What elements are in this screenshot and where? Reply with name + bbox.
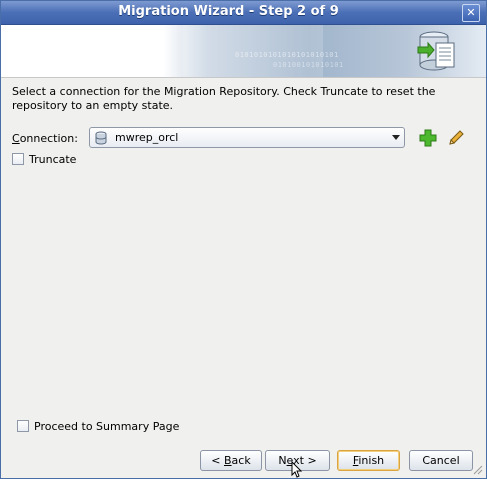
connection-label-mnemonic: C <box>12 132 20 145</box>
back-prefix: < <box>211 454 224 467</box>
close-button[interactable]: ✕ <box>462 4 480 22</box>
banner-binary-text: 0101010101010101010101 <box>235 51 339 59</box>
wizard-content: Select a connection for the Migration Re… <box>1 78 486 478</box>
back-mnemonic: B <box>224 454 232 467</box>
proceed-summary-label: Proceed to Summary Page <box>34 420 180 433</box>
chevron-down-icon <box>392 135 400 140</box>
banner-graphic: 0101010101010101010101 010100101010101 <box>163 25 486 77</box>
proceed-summary-checkbox[interactable] <box>17 420 29 432</box>
truncate-label: Truncate <box>29 153 77 166</box>
instruction-text: Select a connection for the Migration Re… <box>12 85 436 112</box>
close-icon: ✕ <box>466 6 476 19</box>
database-wizard-icon <box>417 31 455 71</box>
connection-dropdown[interactable]: mwrep_orcl <box>89 127 405 148</box>
back-button[interactable]: < Back <box>200 450 262 471</box>
cancel-button[interactable]: Cancel <box>409 450 473 471</box>
resize-grip-icon[interactable] <box>473 465 483 475</box>
database-icon <box>95 131 107 145</box>
plus-icon[interactable] <box>419 129 437 147</box>
wizard-banner: 0101010101010101010101 010100101010101 <box>1 25 486 78</box>
finish-rest: inish <box>358 454 385 467</box>
pencil-icon[interactable] <box>447 129 465 147</box>
mouse-cursor-icon <box>291 461 303 478</box>
banner-binary-text-2: 010100101010101 <box>273 61 344 69</box>
title-bar[interactable]: Migration Wizard - Step 2 of 9 ✕ <box>1 1 486 25</box>
finish-button[interactable]: Finish <box>337 450 400 471</box>
next-prefix: N <box>278 454 287 467</box>
back-rest: ack <box>231 454 251 467</box>
truncate-checkbox[interactable] <box>12 153 24 165</box>
connection-label: Connection: <box>12 132 78 145</box>
dialog-title: Migration Wizard - Step 2 of 9 <box>118 4 339 19</box>
connection-label-rest: onnection: <box>19 132 78 145</box>
migration-wizard-dialog: Migration Wizard - Step 2 of 9 ✕ 0101010… <box>0 0 487 479</box>
connection-value: mwrep_orcl <box>115 131 179 144</box>
